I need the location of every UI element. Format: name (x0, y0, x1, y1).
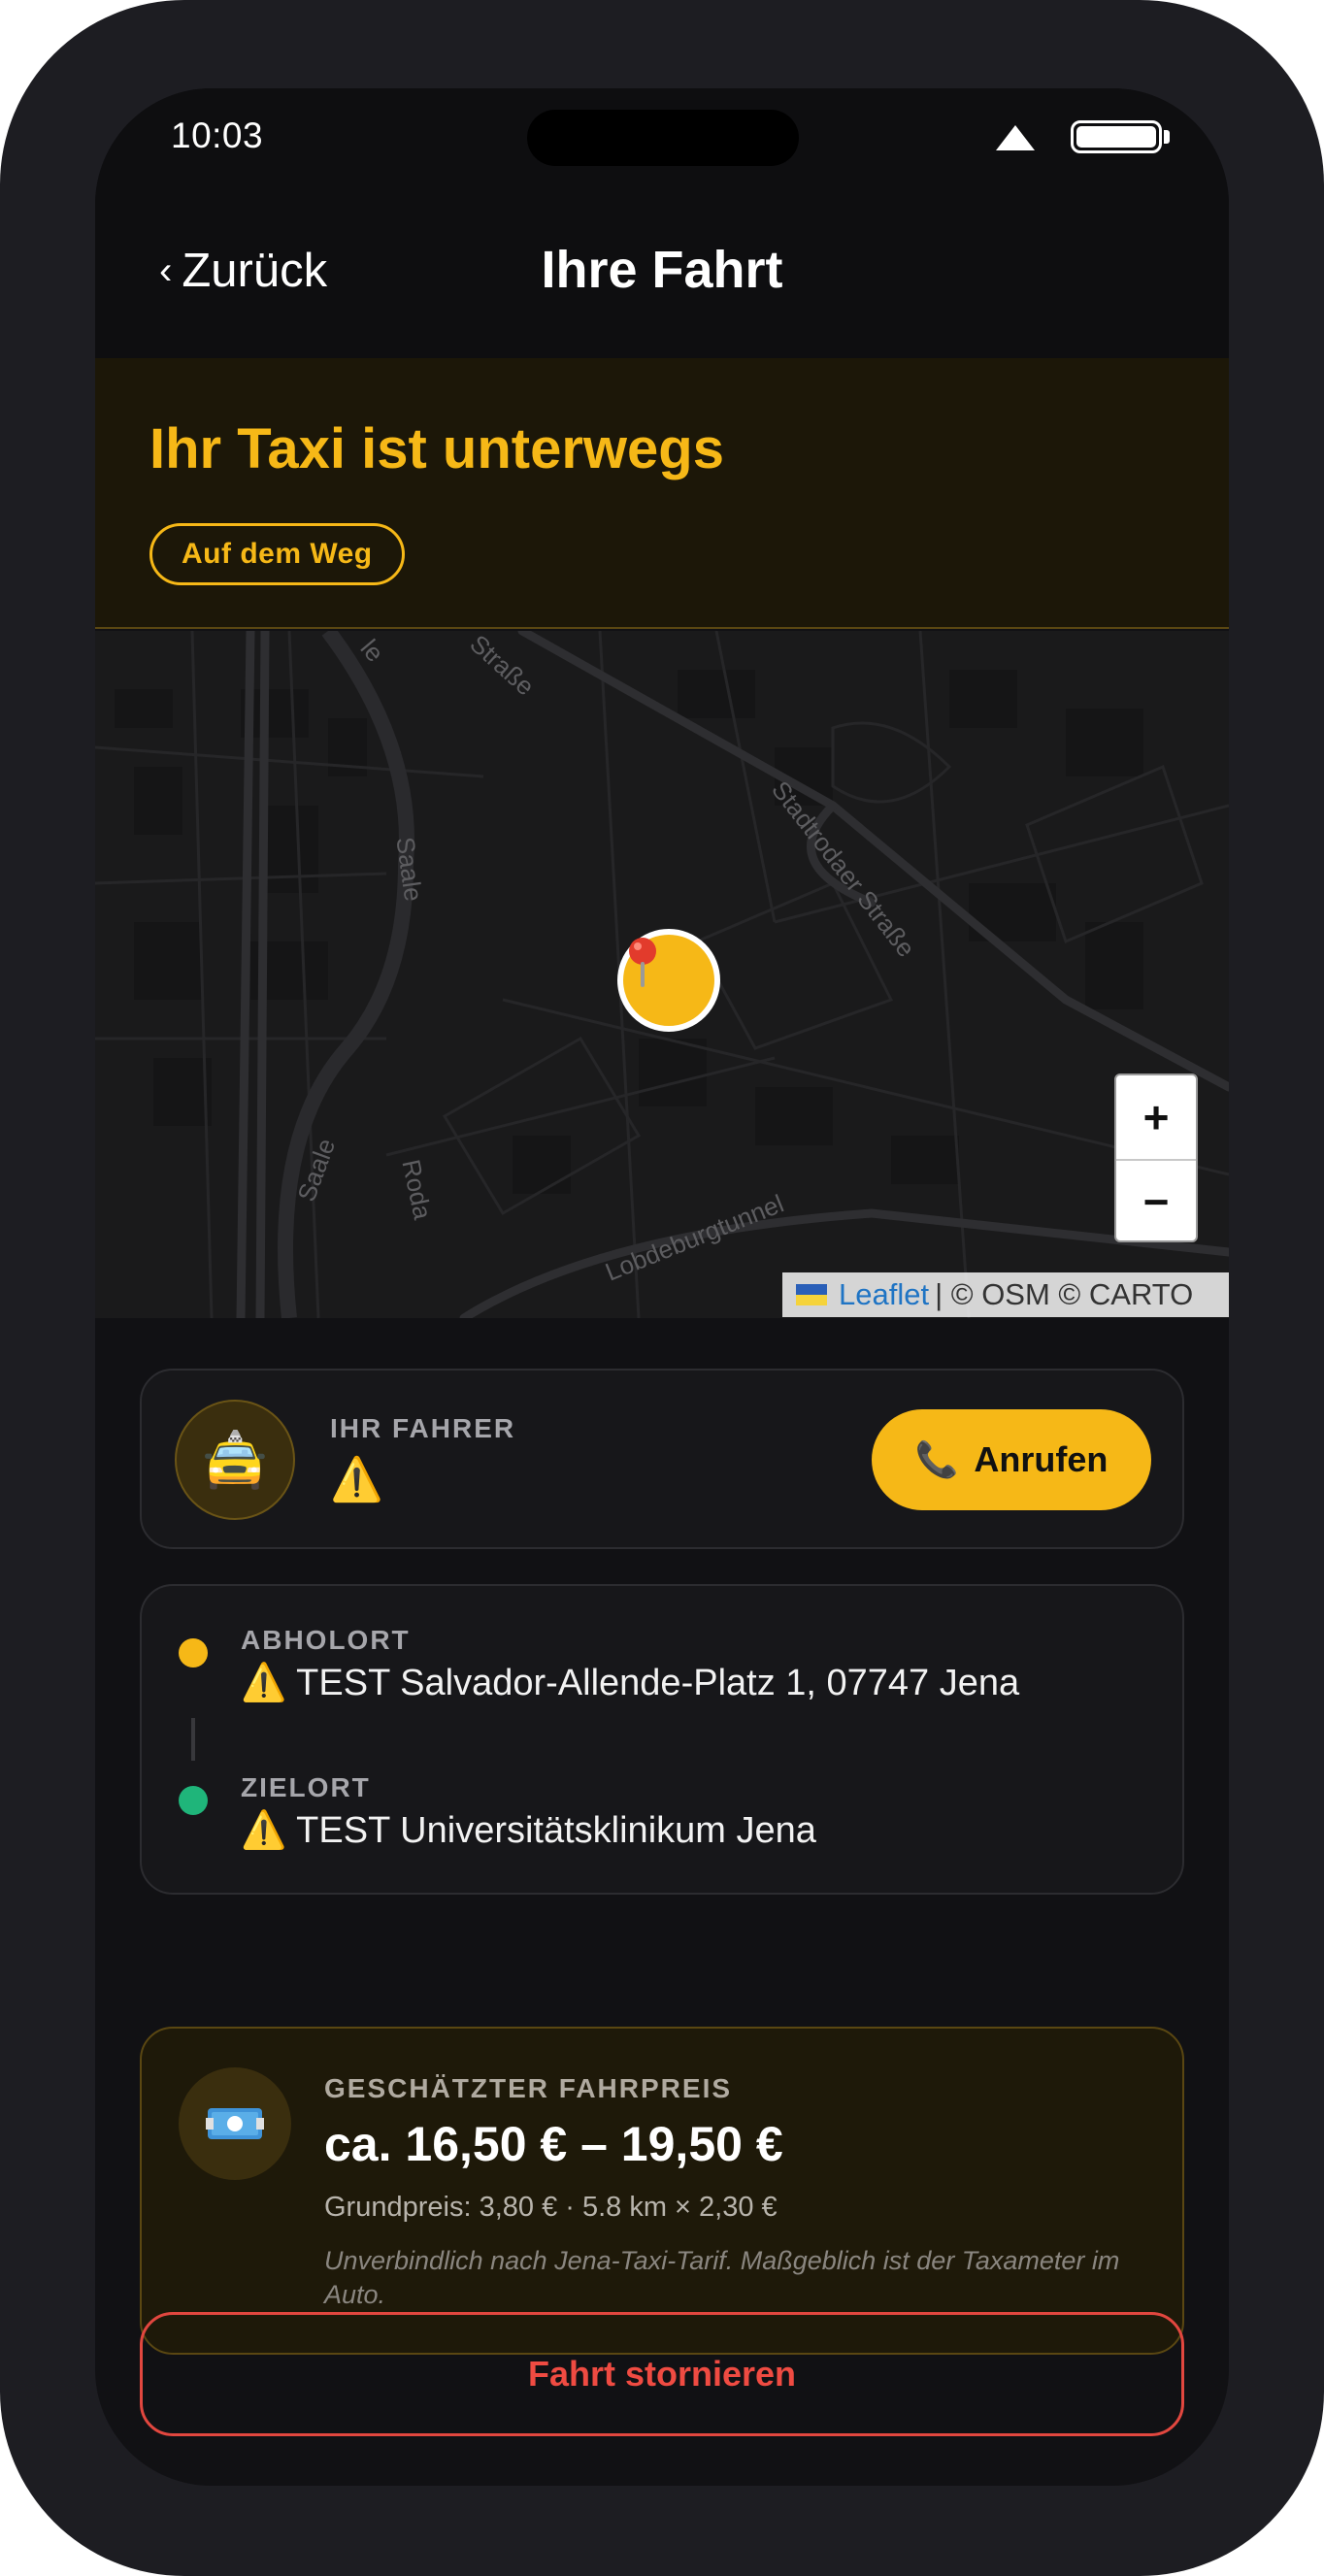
call-label: Anrufen (974, 1439, 1109, 1479)
location-marker[interactable] (617, 929, 720, 1032)
pin-icon (629, 938, 656, 987)
app-header: ‹ Zurück Ihre Fahrt (95, 185, 1229, 358)
route-connector (191, 1718, 195, 1761)
pickup-label: ABHOLORT (241, 1625, 411, 1655)
price-card: GESCHÄTZTER FAHRPREIS ca. 16,50 € – 19,5… (140, 2027, 1184, 2355)
price-detail: Grundpreis: 3,80 € · 5.8 km × 2,30 € (324, 2192, 778, 2223)
route-card: ABHOLORT ⚠️ TEST Salvador-Allende-Platz … (140, 1584, 1184, 1895)
zoom-in-button[interactable]: + (1116, 1075, 1196, 1159)
pickup-address: ⚠️ TEST Salvador-Allende-Platz 1, 07747 … (241, 1663, 1020, 1703)
phone-icon: 📞 (914, 1439, 959, 1479)
driver-card: 🚖 IHR FAHRER ⚠️ 📞 Anrufen (140, 1369, 1184, 1549)
price-note: Unverbindlich nach Jena-Taxi-Tarif. Maßg… (324, 2246, 1120, 2309)
battery-cap (1164, 130, 1170, 144)
price-range: ca. 16,50 € – 19,50 € (324, 2117, 783, 2171)
banner-title: Ihr Taxi ist unterwegs (149, 417, 724, 480)
attribution-text: | © OSM © CARTO (935, 1277, 1194, 1311)
driver-label: IHR FAHRER (330, 1413, 516, 1443)
destination-address: ⚠️ TEST Universitätsklinikum Jena (241, 1810, 816, 1851)
page-title: Ihre Fahrt (541, 241, 783, 299)
destination-dot (179, 1786, 208, 1815)
status-banner: Ihr Taxi ist unterwegs Auf dem Weg (95, 358, 1229, 629)
leaflet-link[interactable]: Leaflet (839, 1277, 929, 1312)
zoom-out-button[interactable]: − (1116, 1159, 1196, 1240)
status-bar: 10:03 (95, 88, 1229, 185)
price-label: GESCHÄTZTER FAHRPREIS (324, 2073, 733, 2103)
ukraine-flag-icon (796, 1284, 827, 1305)
taxi-icon: 🚖 (175, 1400, 295, 1520)
signal-icon (996, 125, 1035, 150)
map-attribution: Leaflet | © OSM © CARTO (782, 1272, 1229, 1317)
cancel-ride-button[interactable]: Fahrt stornieren (140, 2312, 1184, 2436)
money-icon (179, 2067, 291, 2180)
phone-frame: 10:03 ‹ Zurück Ihre Fahrt Ihr Taxi ist u… (0, 0, 1324, 2576)
driver-name: ⚠️ (330, 1456, 383, 1503)
battery-icon (1071, 120, 1162, 153)
screen: 10:03 ‹ Zurück Ihre Fahrt Ihr Taxi ist u… (95, 88, 1229, 2486)
camera-notch (527, 110, 799, 166)
zoom-control: + − (1114, 1073, 1198, 1242)
status-time: 10:03 (171, 116, 264, 155)
call-button[interactable]: 📞 Anrufen (872, 1409, 1151, 1510)
map[interactable]: Straße Stadtrodaer Straße Saale Saale Ro… (95, 631, 1229, 1318)
pickup-dot (179, 1638, 208, 1668)
destination-label: ZIELORT (241, 1772, 371, 1802)
status-badge: Auf dem Weg (149, 523, 405, 585)
